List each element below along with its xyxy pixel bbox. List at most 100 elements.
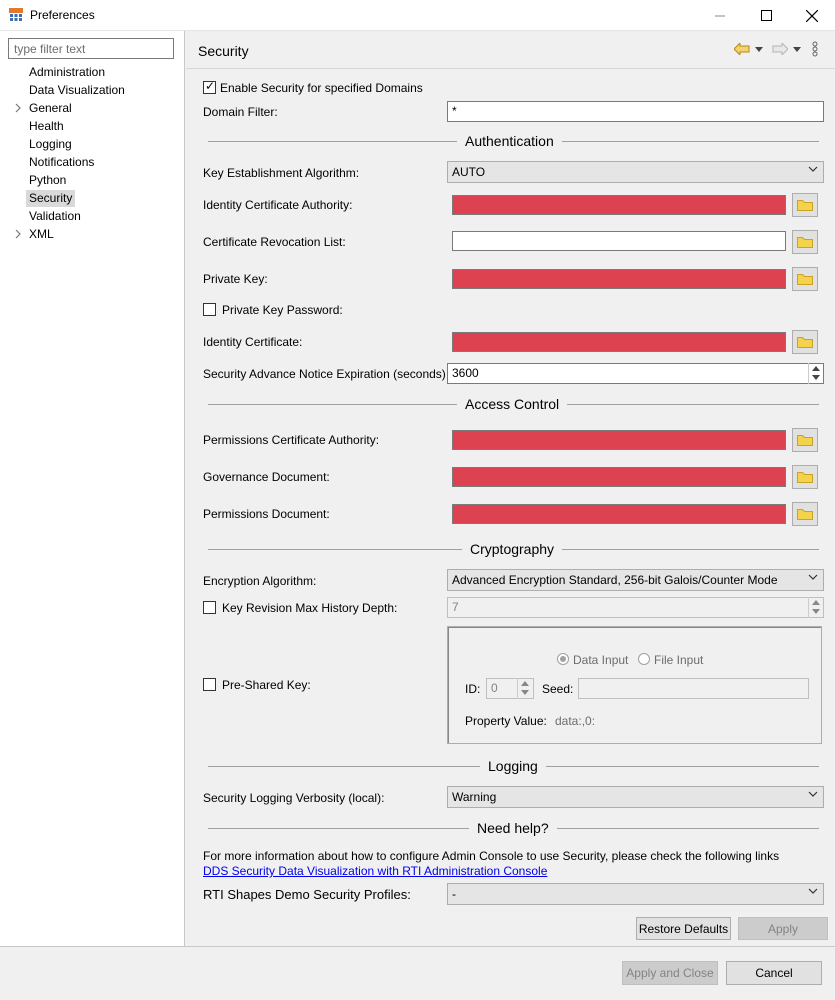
dropdown-triangle-icon — [755, 46, 763, 52]
governance-browse-button[interactable] — [792, 465, 818, 489]
sidebar-item-python[interactable]: Python — [26, 172, 69, 189]
permissions-ca-field[interactable] — [452, 430, 786, 450]
apply-and-close-button[interactable]: Apply and Close — [622, 961, 718, 985]
data-input-label: Data Input — [573, 653, 629, 667]
enable-security-label: Enable Security for specified Domains — [220, 81, 423, 95]
identity-cert-field[interactable] — [452, 332, 786, 352]
enable-security-checkbox[interactable] — [203, 79, 216, 94]
back-button[interactable] — [731, 40, 753, 58]
access-control-section-title: Access Control — [457, 396, 568, 412]
filter-input[interactable] — [8, 38, 174, 59]
spin-up-icon — [521, 681, 529, 686]
pre-shared-key-checkbox[interactable] — [203, 678, 216, 691]
sidebar-item-health[interactable]: Health — [26, 118, 67, 135]
restore-defaults-button[interactable]: Restore Defaults — [636, 917, 731, 940]
header-separator — [186, 68, 835, 69]
data-input-radio[interactable] — [557, 653, 569, 665]
maximize-button[interactable] — [743, 0, 789, 31]
seed-input[interactable] — [578, 678, 809, 699]
permissions-ca-browse-button[interactable] — [792, 428, 818, 452]
advance-notice-spinner[interactable] — [808, 363, 823, 384]
key-revision-spinner[interactable] — [808, 597, 823, 618]
folder-icon — [797, 274, 813, 285]
help-text: For more information about how to config… — [203, 849, 780, 863]
key-establishment-select[interactable]: AUTO — [447, 161, 824, 183]
spin-down-icon — [521, 690, 529, 695]
close-button[interactable] — [789, 0, 835, 31]
private-key-password-label: Private Key Password: — [222, 303, 343, 317]
logging-verbosity-label: Security Logging Verbosity (local): — [203, 791, 385, 805]
domain-filter-input[interactable]: * — [447, 101, 824, 122]
logging-verbosity-value: Warning — [452, 790, 497, 804]
folder-icon — [797, 237, 813, 248]
file-input-radio[interactable] — [638, 653, 650, 665]
window-title: Preferences — [30, 8, 95, 22]
back-arrow-icon — [734, 43, 750, 55]
id-spinner[interactable] — [517, 678, 532, 699]
key-revision-input[interactable]: 7 — [447, 597, 824, 618]
crl-browse-button[interactable] — [792, 230, 818, 254]
back-menu-button[interactable] — [752, 40, 766, 58]
expand-chevron-icon[interactable] — [14, 103, 24, 115]
key-revision-checkbox[interactable] — [203, 601, 216, 614]
logging-verbosity-select[interactable]: Warning — [447, 786, 824, 808]
chevron-down-icon — [808, 886, 818, 897]
permissions-doc-label: Permissions Document: — [203, 507, 330, 521]
encryption-algorithm-value: Advanced Encryption Standard, 256-bit Ga… — [452, 573, 778, 587]
key-establishment-value: AUTO — [452, 165, 486, 179]
sidebar-item-logging[interactable]: Logging — [26, 136, 75, 153]
apply-button[interactable]: Apply — [738, 917, 828, 940]
identity-cert-label: Identity Certificate: — [203, 335, 303, 349]
sidebar-item-xml[interactable]: XML — [26, 226, 57, 243]
spin-up-icon — [812, 600, 820, 605]
cancel-button[interactable]: Cancel — [726, 961, 822, 985]
spin-down-icon — [812, 609, 820, 614]
spin-up-icon — [812, 366, 820, 371]
identity-cert-browse-button[interactable] — [792, 330, 818, 354]
expand-chevron-icon[interactable] — [14, 229, 24, 241]
property-value: data:,0: — [555, 714, 596, 728]
sidebar-item-general[interactable]: General — [26, 100, 75, 117]
cryptography-section-title: Cryptography — [462, 541, 563, 557]
permissions-doc-field[interactable] — [452, 504, 786, 524]
identity-ca-browse-button[interactable] — [792, 193, 818, 217]
advance-notice-input[interactable]: 3600 — [447, 363, 824, 384]
shapes-profiles-label: RTI Shapes Demo Security Profiles: — [203, 887, 411, 902]
forward-button[interactable] — [769, 40, 791, 58]
chevron-down-icon — [808, 572, 818, 583]
dropdown-triangle-icon — [793, 46, 801, 52]
maximize-icon — [760, 10, 772, 21]
view-menu-button[interactable] — [808, 40, 822, 58]
id-label: ID: — [465, 682, 481, 696]
private-key-browse-button[interactable] — [792, 267, 818, 291]
folder-icon — [797, 337, 813, 348]
minimize-icon — [715, 15, 725, 16]
sidebar-item-validation[interactable]: Validation — [26, 208, 84, 225]
governance-label: Governance Document: — [203, 470, 330, 484]
vertical-dots-icon — [812, 41, 818, 57]
app-icon — [9, 8, 23, 22]
permissions-ca-label: Permissions Certificate Authority: — [203, 433, 380, 447]
pre-shared-key-label: Pre-Shared Key: — [222, 678, 311, 692]
encryption-algorithm-label: Encryption Algorithm: — [203, 574, 317, 588]
permissions-doc-browse-button[interactable] — [792, 502, 818, 526]
private-key-label: Private Key: — [203, 272, 268, 286]
encryption-algorithm-select[interactable]: Advanced Encryption Standard, 256-bit Ga… — [447, 569, 824, 591]
folder-icon — [797, 472, 813, 483]
identity-ca-label: Identity Certificate Authority: — [203, 198, 353, 212]
private-key-password-checkbox[interactable] — [203, 303, 216, 316]
shapes-profiles-select[interactable]: - — [447, 883, 824, 905]
sidebar-item-security[interactable]: Security — [26, 190, 76, 207]
identity-ca-field[interactable] — [452, 195, 786, 215]
sidebar-item-data-visualization[interactable]: Data Visualization — [26, 82, 128, 99]
security-docs-link[interactable]: DDS Security Data Visualization with RTI… — [203, 864, 547, 878]
sidebar-item-administration[interactable]: Administration — [26, 64, 108, 81]
key-revision-label: Key Revision Max History Depth: — [222, 601, 398, 615]
shapes-profiles-value: - — [452, 887, 456, 901]
sidebar-item-notifications[interactable]: Notifications — [26, 154, 97, 171]
forward-menu-button[interactable] — [790, 40, 804, 58]
governance-field[interactable] — [452, 467, 786, 487]
minimize-button[interactable] — [697, 0, 743, 31]
private-key-field[interactable] — [452, 269, 786, 289]
crl-input[interactable] — [452, 231, 786, 251]
